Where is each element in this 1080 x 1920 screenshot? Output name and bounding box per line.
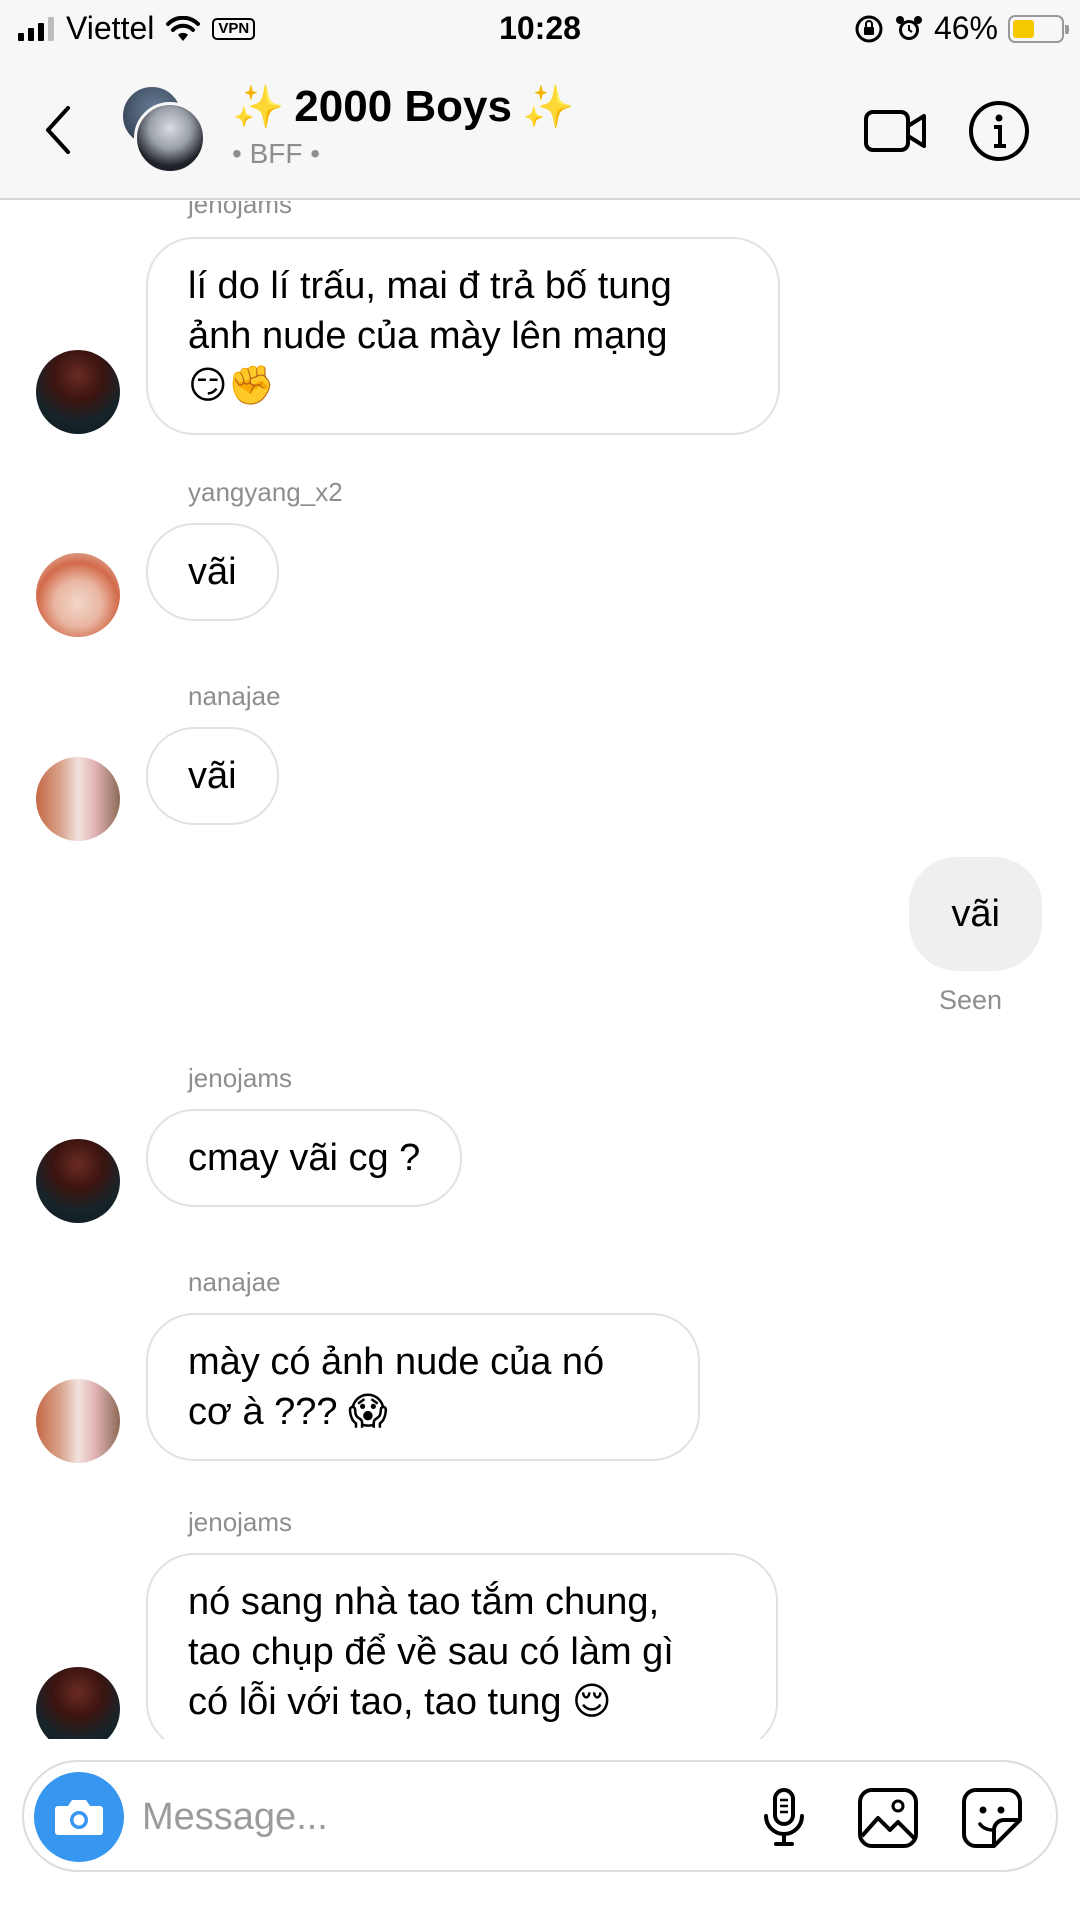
sender-avatar[interactable] [36, 350, 120, 434]
message-bubble[interactable]: vãi [146, 523, 279, 621]
message-bubble[interactable]: vãi [146, 727, 279, 825]
sparkles-icon: ✨ [522, 82, 575, 130]
group-name: 2000 Boys [294, 82, 512, 131]
sender-avatar[interactable] [36, 1139, 120, 1223]
sender-name: nanajae [188, 1267, 281, 1297]
chat-title[interactable]: ✨ 2000 Boys ✨ [232, 82, 574, 132]
alarm-icon [895, 15, 922, 40]
sender-avatar[interactable] [36, 553, 120, 637]
message-bubble[interactable]: lí do lí trấu, mai đ trả bố tung ảnh nud… [146, 237, 780, 435]
sender-name: nanajae [188, 681, 281, 711]
sender-avatar[interactable] [36, 1379, 120, 1463]
chat-header: ✨ 2000 Boys ✨ • BFF • [0, 56, 1080, 200]
camera-icon [55, 1800, 103, 1835]
camera-button[interactable] [34, 1772, 124, 1862]
message-input[interactable] [142, 1788, 702, 1846]
rotation-lock-icon [855, 15, 883, 42]
message-composer [22, 1760, 1058, 1872]
message-bubble[interactable]: mày có ảnh nude của nó cơ à ??? 😱 [146, 1313, 700, 1461]
chat-subtitle: • BFF • [232, 138, 321, 169]
info-icon[interactable] [964, 96, 1034, 166]
sender-name: jenojams [188, 201, 293, 219]
battery-level [1013, 19, 1035, 38]
status-bar: Viettel VPN 10:28 46% [0, 0, 1080, 56]
avatar [134, 102, 206, 174]
microphone-icon[interactable] [750, 1784, 818, 1852]
back-icon[interactable] [38, 102, 78, 158]
group-avatar[interactable] [120, 84, 208, 174]
battery-icon [1008, 14, 1069, 43]
sender-avatar[interactable] [36, 1667, 120, 1739]
sender-name: yangyang_x2 [188, 477, 343, 507]
video-call-icon[interactable] [860, 96, 930, 166]
seen-status: Seen [938, 985, 1002, 1015]
message-bubble[interactable]: nó sang nhà tao tắm chung, tao chụp để v… [146, 1553, 778, 1739]
battery-percent: 46% [933, 10, 998, 46]
sender-name: jenojams [188, 1063, 293, 1093]
my-message-bubble[interactable]: vãi [909, 857, 1042, 971]
gallery-icon[interactable] [854, 1784, 922, 1852]
sticker-icon[interactable] [958, 1784, 1026, 1852]
message-bubble[interactable]: cmay vãi cg ? [146, 1109, 463, 1207]
status-right: 46% [854, 10, 1069, 47]
sender-name: jenojams [188, 1507, 293, 1537]
message-feed[interactable]: jenojams lí do lí trấu, mai đ trả bố tun… [0, 201, 1080, 1739]
sender-avatar[interactable] [36, 757, 120, 841]
sparkles-icon: ✨ [232, 82, 285, 130]
